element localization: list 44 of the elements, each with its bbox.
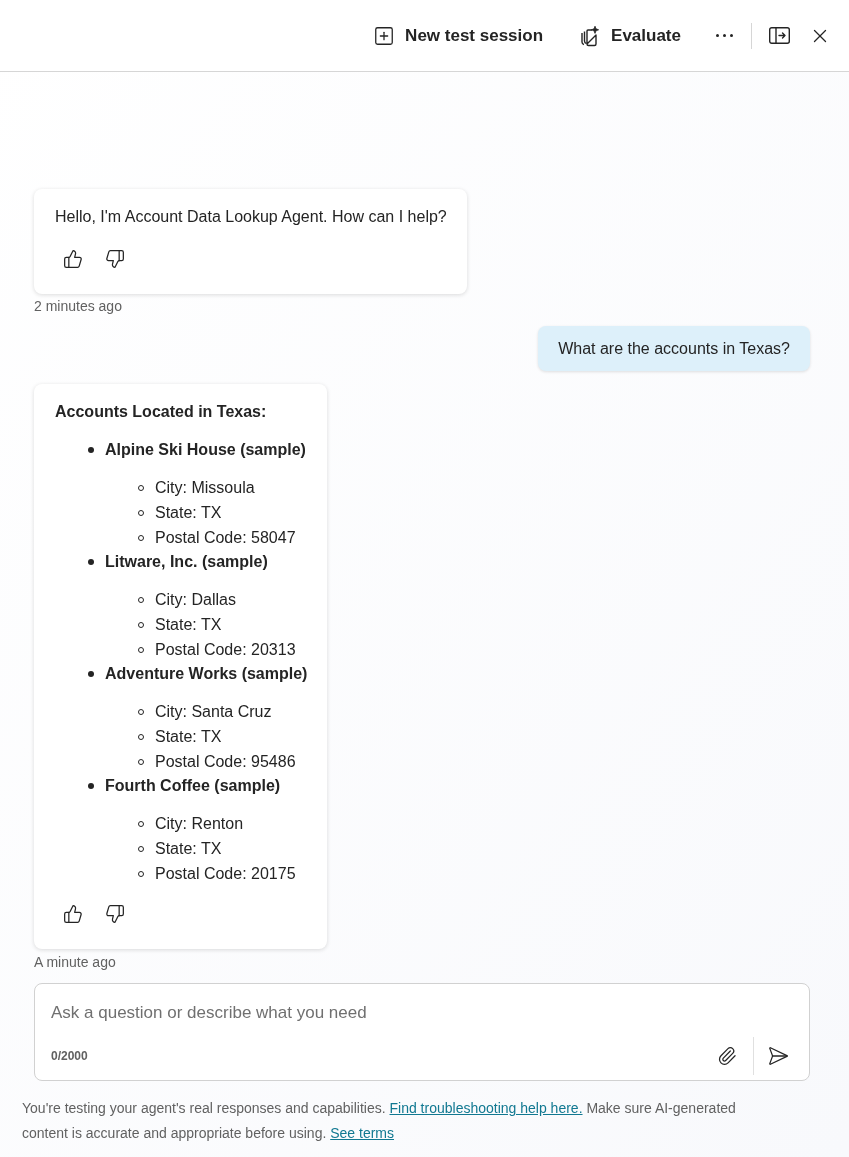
account-detail: Postal Code: 20313 — [155, 640, 296, 660]
thumbs-up-icon — [63, 904, 83, 924]
new-session-button[interactable]: New test session — [371, 18, 546, 53]
thumbs-down-icon — [105, 904, 125, 924]
user-message-bubble: What are the accounts in Texas? — [538, 326, 810, 371]
account-detail: State: TX — [155, 839, 222, 859]
disclaimer-link[interactable]: See terms — [330, 1125, 394, 1141]
character-counter: 0/2000 — [51, 1048, 88, 1065]
sparkle-cards-icon — [579, 24, 602, 47]
account-name: Fourth Coffee (sample) — [105, 776, 281, 796]
dislike-button[interactable] — [105, 904, 125, 924]
paperclip-icon — [717, 1046, 737, 1066]
account-name: Adventure Works (sample) — [105, 664, 308, 684]
attach-button[interactable] — [717, 1046, 737, 1066]
response-heading: Accounts Located in Texas: — [55, 402, 268, 422]
more-options-icon — [716, 34, 733, 37]
plus-square-icon — [373, 24, 396, 47]
account-detail: Postal Code: 20175 — [155, 864, 296, 884]
account-name: Litware, Inc. (sample) — [105, 552, 268, 572]
account-detail: State: TX — [155, 727, 222, 747]
account-detail: City: Santa Cruz — [155, 702, 272, 722]
thumbs-down-icon — [105, 249, 125, 269]
send-icon — [767, 1045, 789, 1067]
account-detail: City: Missoula — [155, 478, 255, 498]
thumbs-up-icon — [63, 249, 83, 269]
send-button[interactable] — [767, 1045, 789, 1067]
account-detail: Postal Code: 95486 — [155, 752, 296, 772]
account-name: Alpine Ski House (sample) — [105, 440, 306, 460]
account-detail: City: Dallas — [155, 590, 236, 610]
account-detail: City: Renton — [155, 814, 244, 834]
disclaimer-text: You're testing your agent's real responses and capabilities. Find troubleshooting help here. Make sure AI-generated content is accurate and appropriate before using. See terms — [21, 1099, 737, 1143]
dislike-button[interactable] — [105, 249, 125, 269]
account-detail: State: TX — [155, 615, 222, 635]
message-input[interactable]: Ask a question or describe what you need — [51, 1001, 793, 1025]
like-button[interactable] — [63, 249, 83, 269]
evaluate-button[interactable]: Evaluate — [577, 18, 683, 53]
like-button[interactable] — [63, 904, 83, 924]
bot-message-text: Hello, I'm Account Data Lookup Agent. How can I help? — [55, 207, 447, 227]
message-timestamp: A minute ago — [34, 953, 116, 972]
disclaimer-link[interactable]: Find troubleshooting help here. — [389, 1100, 583, 1116]
account-detail: State: TX — [155, 503, 222, 523]
message-timestamp: 2 minutes ago — [34, 297, 122, 316]
account-detail: Postal Code: 58047 — [155, 528, 296, 548]
side-panel-button[interactable] — [769, 27, 790, 44]
